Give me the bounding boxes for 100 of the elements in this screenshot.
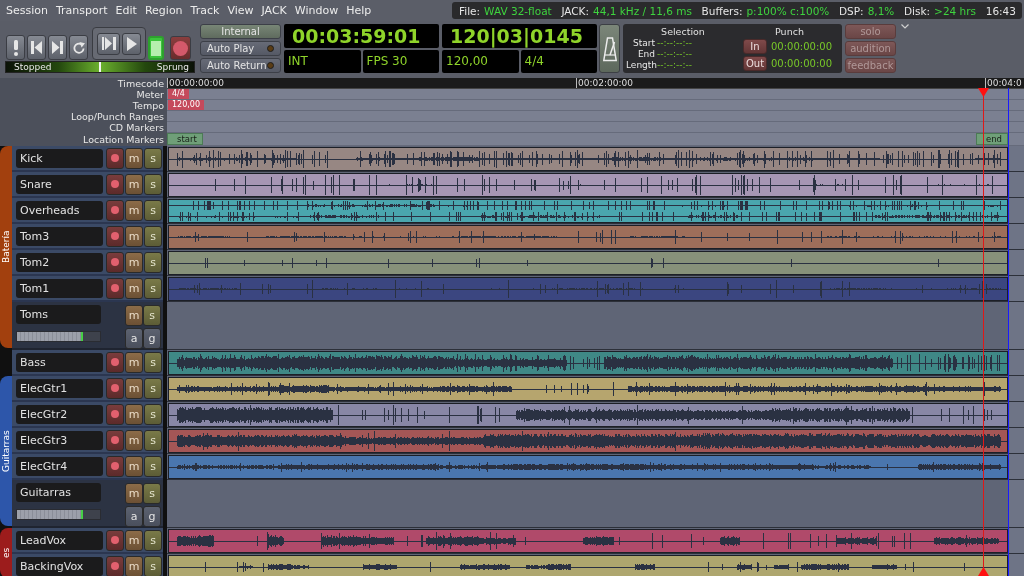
track-solo-button[interactable]: s xyxy=(144,429,162,451)
track-solo-button[interactable]: s xyxy=(144,277,162,299)
record-arm-button[interactable] xyxy=(106,555,124,576)
track-mute-button[interactable]: m xyxy=(125,529,143,551)
track-solo-button[interactable]: s xyxy=(144,455,162,477)
location-marker[interactable]: end xyxy=(976,133,1008,145)
bars-beats-clock[interactable]: 120|03|0145 xyxy=(442,24,597,48)
play-button[interactable] xyxy=(122,32,141,55)
track-name-field[interactable]: Guitarras xyxy=(16,483,101,502)
track-solo-button[interactable]: s xyxy=(144,173,162,195)
go-to-end-button[interactable] xyxy=(48,35,67,60)
track-mute-button[interactable]: m xyxy=(125,225,143,247)
punch-button[interactable]: Out xyxy=(743,56,767,71)
tempo-marker[interactable]: 120,00 xyxy=(168,100,204,110)
track-name-field[interactable]: ElecGtr1 xyxy=(16,378,103,398)
route-group-button[interactable]: g xyxy=(143,506,161,527)
record-arm-button[interactable] xyxy=(106,173,124,195)
record-arm-button[interactable] xyxy=(106,377,124,399)
track-solo-button[interactable]: s xyxy=(144,351,162,373)
menu-item[interactable]: Track xyxy=(186,0,224,21)
track-name-field[interactable]: Tom1 xyxy=(16,278,103,298)
loop-button[interactable] xyxy=(69,35,88,60)
menu-item[interactable]: Transport xyxy=(52,0,112,21)
shuttle-slider[interactable]: Stopped Sprung xyxy=(5,61,195,73)
track-name-field[interactable]: Toms xyxy=(16,305,101,324)
track-name-field[interactable]: ElecGtr3 xyxy=(16,430,103,450)
track-mute-button[interactable]: m xyxy=(125,455,143,477)
menu-item[interactable]: Help xyxy=(342,0,376,21)
location-marker[interactable]: start xyxy=(167,133,203,145)
go-to-start-button[interactable] xyxy=(27,35,46,60)
track-mute-button[interactable]: m xyxy=(125,351,143,373)
group-tab[interactable]: Batería xyxy=(0,146,12,348)
track-name-field[interactable]: ElecGtr2 xyxy=(16,404,103,424)
record-arm-button[interactable] xyxy=(106,147,124,169)
track-name-field[interactable]: Kick xyxy=(16,148,103,168)
track-name-field[interactable]: Overheads xyxy=(16,200,103,220)
track-name-field[interactable]: Bass xyxy=(16,352,103,372)
track-solo-button[interactable]: s xyxy=(144,147,162,169)
track-solo-button[interactable]: s xyxy=(144,199,162,221)
track-mute-button[interactable]: m xyxy=(125,429,143,451)
record-arm-button[interactable] xyxy=(106,251,124,273)
track-solo-button[interactable]: s xyxy=(143,483,161,504)
record-arm-button[interactable] xyxy=(106,455,124,477)
track-solo-button[interactable]: s xyxy=(143,305,161,326)
track-name-field[interactable]: Snare xyxy=(16,174,103,194)
track-mute-button[interactable]: m xyxy=(125,147,143,169)
track-name-field[interactable]: Tom3 xyxy=(16,226,103,246)
play-range-button[interactable] xyxy=(97,32,120,55)
record-button[interactable] xyxy=(170,36,191,60)
gain-fader[interactable] xyxy=(16,331,101,342)
group-tab[interactable]: Guitarras xyxy=(0,376,12,526)
track-mute-button[interactable]: m xyxy=(125,173,143,195)
track-mute-button[interactable]: m xyxy=(125,483,143,504)
track-mute-button[interactable]: m xyxy=(125,555,143,576)
toggle-button[interactable]: Auto Play xyxy=(200,41,281,56)
ruler-label: Tempo xyxy=(0,100,167,111)
track-solo-button[interactable]: s xyxy=(144,529,162,551)
record-arm-button[interactable] xyxy=(106,199,124,221)
meter-marker[interactable]: 4/4 xyxy=(168,89,189,99)
record-arm-button[interactable] xyxy=(106,225,124,247)
status-value: >24 hrs xyxy=(934,4,977,17)
menu-item[interactable]: Window xyxy=(290,0,343,21)
caret-icon[interactable] xyxy=(901,24,909,29)
metronome-button[interactable] xyxy=(599,24,620,73)
menu-item[interactable]: View xyxy=(223,0,258,21)
track-mute-button[interactable]: m xyxy=(125,403,143,425)
track-mute-button[interactable]: m xyxy=(125,377,143,399)
group-tab[interactable]: es xyxy=(0,528,12,576)
record-arm-button[interactable] xyxy=(106,277,124,299)
track-solo-button[interactable]: s xyxy=(144,377,162,399)
menu-item[interactable]: JACK xyxy=(257,0,291,21)
alert-button[interactable] xyxy=(6,35,25,60)
track-mute-button[interactable]: m xyxy=(125,277,143,299)
gain-fader[interactable] xyxy=(16,509,101,520)
track-name-field[interactable]: ElecGtr4 xyxy=(16,456,103,476)
track-mute-button[interactable]: m xyxy=(125,305,143,326)
toggle-button[interactable]: Auto Return xyxy=(200,58,281,73)
stop-button[interactable] xyxy=(148,36,164,60)
track-name-field[interactable]: BackingVox xyxy=(16,556,103,576)
track-solo-button[interactable]: s xyxy=(144,555,162,576)
record-arm-button[interactable] xyxy=(106,403,124,425)
record-arm-button[interactable] xyxy=(106,429,124,451)
track-name-field[interactable]: LeadVox xyxy=(16,530,103,550)
record-arm-button[interactable] xyxy=(106,529,124,551)
menu-item[interactable]: Session xyxy=(2,0,52,21)
punch-button[interactable]: In xyxy=(743,39,767,54)
sync-button[interactable]: Internal xyxy=(200,24,281,39)
track-name-field[interactable]: Tom2 xyxy=(16,252,103,272)
menu-item[interactable]: Region xyxy=(140,0,187,21)
track-solo-button[interactable]: s xyxy=(144,225,162,247)
timecode-clock[interactable]: 00:03:59:01 xyxy=(284,24,439,48)
record-arm-button[interactable] xyxy=(106,351,124,373)
track-mute-button[interactable]: m xyxy=(125,199,143,221)
track-solo-button[interactable]: s xyxy=(144,251,162,273)
track-mute-button[interactable]: m xyxy=(125,251,143,273)
track-solo-button[interactable]: s xyxy=(144,403,162,425)
menu-item[interactable]: Edit xyxy=(111,0,141,21)
automation-button[interactable]: a xyxy=(125,506,143,527)
route-group-button[interactable]: g xyxy=(143,328,161,349)
automation-button[interactable]: a xyxy=(125,328,143,349)
